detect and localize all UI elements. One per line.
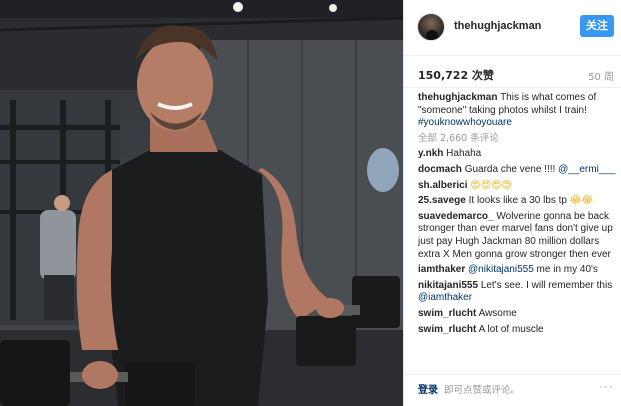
likes-count[interactable]: 150,722 次赞 (418, 67, 494, 83)
comment-username[interactable]: suavedemarco_ (418, 211, 494, 222)
heart-eyes-emoji-icon: 😍😍😍😍 (470, 179, 512, 191)
comment-item: docmach Guarda che vene !!!! @__ermi___ (418, 164, 618, 177)
comment-item: nikitajani555 Let's see. I will remember… (418, 280, 618, 305)
laughing-emoji-icon: 😂😂 (569, 195, 594, 207)
caption-username[interactable]: thehughjackman (418, 92, 497, 103)
post-stats: 150,722 次赞 50 周 (404, 56, 621, 88)
more-options-icon[interactable]: ··· (599, 379, 614, 393)
comment-username[interactable]: iamthaker (418, 264, 465, 275)
ceiling-light (233, 2, 243, 12)
comment-mention[interactable]: @nikitajani555 (468, 264, 534, 275)
comment-item: iamthaker @nikitajani555 me in my 40's (418, 264, 618, 277)
post-details-panel: thehughjackman 关注 150,722 次赞 50 周 thehug… (403, 0, 621, 406)
comment-text: It looks like a 30 lbs tp (468, 195, 570, 207)
view-all-comments-link[interactable]: 全部 2,660 条评论 (418, 133, 618, 146)
comment-item: swim_rlucht A lot of muscle (418, 324, 618, 337)
post-time: 50 周 (588, 72, 614, 83)
avatar[interactable] (417, 13, 445, 41)
ceiling-light (329, 4, 337, 12)
comment-username[interactable]: 25.savege (418, 195, 466, 206)
comment-text: Let's see. I will remember this (480, 279, 613, 291)
comment-username[interactable]: nikitajani555 (418, 280, 478, 291)
comment-mention[interactable]: @iamthaker (418, 292, 472, 303)
comments-list: thehughjackman This is what comes of "so… (418, 92, 618, 374)
comment-text: A lot of muscle (478, 323, 544, 335)
login-hint: 即可点赞或评论。 (444, 385, 521, 396)
comment-item: swim_rlucht Awsome (418, 308, 618, 321)
comment-username[interactable]: docmach (418, 164, 462, 175)
login-link[interactable]: 登录 (418, 381, 438, 396)
gym-photo-illustration (0, 0, 403, 406)
comment-username[interactable]: swim_rlucht (418, 324, 476, 335)
post-username[interactable]: thehughjackman (454, 20, 541, 32)
post-photo[interactable] (0, 0, 403, 406)
caption-hashtag[interactable]: #youknowwhoyouare (418, 117, 512, 128)
comment-username[interactable]: sh.alberici (418, 180, 467, 191)
comment-username[interactable]: swim_rlucht (418, 308, 476, 319)
follow-button[interactable]: 关注 (580, 15, 614, 37)
comment-username[interactable]: y.nkh (418, 148, 443, 159)
comment-item: y.nkh Hahaha (418, 148, 618, 161)
comment-item: suavedemarco_ Wolverine gonna be back st… (418, 211, 618, 261)
comment-text: Guarda che vene !!!! (464, 163, 559, 175)
post-footer: 登录 即可点赞或评论。 ··· (404, 374, 621, 406)
comment-item: sh.alberici 😍😍😍😍 (418, 180, 618, 193)
comment-item: 25.savege It looks like a 30 lbs tp 😂😂 (418, 195, 618, 208)
post-header: thehughjackman 关注 (404, 0, 621, 56)
comment-text: Hahaha (446, 148, 482, 160)
comment-mention[interactable]: @__ermi___ (558, 164, 615, 175)
comment-text: me in my 40's (533, 264, 598, 276)
caption: thehughjackman This is what comes of "so… (418, 92, 618, 130)
comment-text: Awsome (478, 307, 517, 319)
